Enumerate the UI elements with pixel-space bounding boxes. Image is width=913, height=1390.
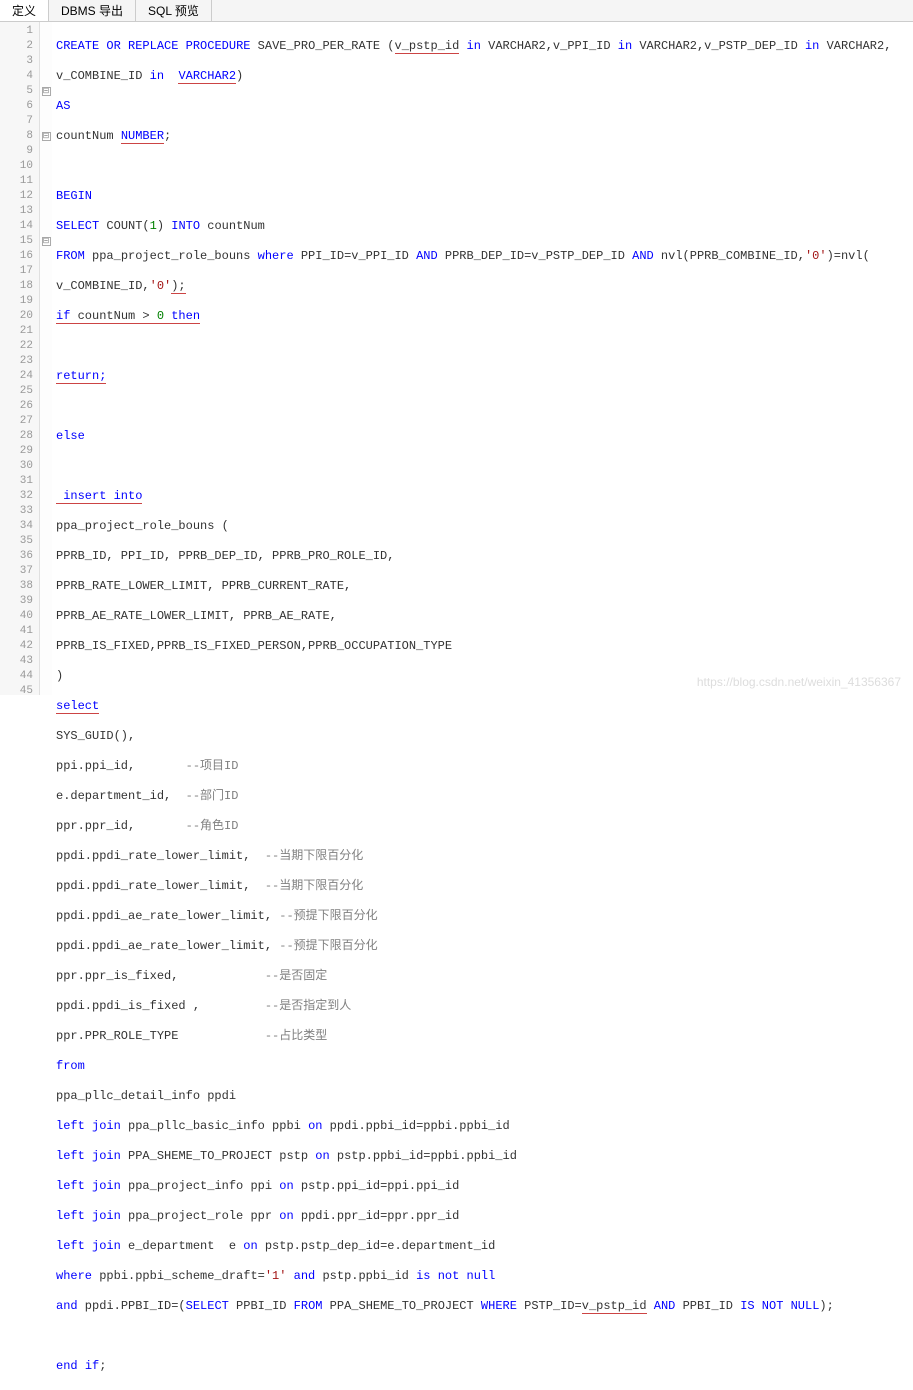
fold-toggle[interactable]: ⊟ bbox=[42, 132, 51, 141]
code-line[interactable]: SELECT COUNT(1) INTO countNum bbox=[56, 219, 913, 234]
code-line[interactable]: from bbox=[56, 1059, 913, 1074]
tab-dbms-export[interactable]: DBMS 导出 bbox=[49, 0, 136, 21]
code-line[interactable]: FROM ppa_project_role_bouns where PPI_ID… bbox=[56, 249, 913, 264]
code-line[interactable]: ppa_project_role_bouns ( bbox=[56, 519, 913, 534]
code-area[interactable]: CREATE OR REPLACE PROCEDURE SAVE_PRO_PER… bbox=[52, 22, 913, 695]
code-line[interactable]: PPRB_IS_FIXED,PPRB_IS_FIXED_PERSON,PPRB_… bbox=[56, 639, 913, 654]
code-line[interactable]: CREATE OR REPLACE PROCEDURE SAVE_PRO_PER… bbox=[56, 39, 913, 54]
code-line[interactable]: v_COMBINE_ID in VARCHAR2) bbox=[56, 69, 913, 84]
code-line[interactable]: ppdi.ppdi_ae_rate_lower_limit, --预提下限百分化 bbox=[56, 909, 913, 924]
tab-bar: 定义 DBMS 导出 SQL 预览 bbox=[0, 0, 913, 22]
code-line[interactable]: countNum NUMBER; bbox=[56, 129, 913, 144]
tab-sql-preview[interactable]: SQL 预览 bbox=[136, 0, 212, 21]
code-line[interactable]: SYS_GUID(), bbox=[56, 729, 913, 744]
code-line[interactable]: return; bbox=[56, 369, 913, 384]
code-line[interactable]: ppi.ppi_id, --项目ID bbox=[56, 759, 913, 774]
code-line[interactable]: left join ppa_project_role ppr on ppdi.p… bbox=[56, 1209, 913, 1224]
code-line[interactable]: where ppbi.ppbi_scheme_draft='1' and pst… bbox=[56, 1269, 913, 1284]
code-line[interactable]: left join e_department e on pstp.pstp_de… bbox=[56, 1239, 913, 1254]
code-line[interactable]: v_COMBINE_ID,'0'); bbox=[56, 279, 913, 294]
code-line[interactable]: ppr.ppr_is_fixed, --是否固定 bbox=[56, 969, 913, 984]
fold-toggle[interactable]: ⊟ bbox=[42, 237, 51, 246]
code-line[interactable]: if countNum > 0 then bbox=[56, 309, 913, 324]
fold-gutter: ⊟ ⊟ ⊟ bbox=[40, 22, 52, 695]
code-line[interactable]: commit; bbox=[56, 1389, 913, 1390]
fold-toggle[interactable]: ⊟ bbox=[42, 87, 51, 96]
line-number-gutter: 1234567891011121314151617181920212223242… bbox=[0, 22, 40, 695]
code-line[interactable]: ppdi.ppdi_is_fixed , --是否指定到人 bbox=[56, 999, 913, 1014]
code-line[interactable]: ppr.ppr_id, --角色ID bbox=[56, 819, 913, 834]
code-line[interactable]: ppdi.ppdi_rate_lower_limit, --当期下限百分化 bbox=[56, 879, 913, 894]
watermark: https://blog.csdn.net/weixin_41356367 bbox=[697, 675, 901, 689]
code-line[interactable]: and ppdi.PPBI_ID=(SELECT PPBI_ID FROM PP… bbox=[56, 1299, 913, 1314]
code-line[interactable]: end if; bbox=[56, 1359, 913, 1374]
code-line[interactable]: else bbox=[56, 429, 913, 444]
code-line[interactable]: insert into bbox=[56, 489, 913, 504]
code-line[interactable]: PPRB_RATE_LOWER_LIMIT, PPRB_CURRENT_RATE… bbox=[56, 579, 913, 594]
code-line[interactable]: ppr.PPR_ROLE_TYPE --占比类型 bbox=[56, 1029, 913, 1044]
code-line[interactable]: e.department_id, --部门ID bbox=[56, 789, 913, 804]
code-line[interactable]: left join ppa_pllc_basic_info ppbi on pp… bbox=[56, 1119, 913, 1134]
code-line[interactable]: BEGIN bbox=[56, 189, 913, 204]
code-line[interactable]: ppdi.ppdi_ae_rate_lower_limit, --预提下限百分化 bbox=[56, 939, 913, 954]
code-line[interactable]: select bbox=[56, 699, 913, 714]
code-line[interactable]: left join ppa_project_info ppi on pstp.p… bbox=[56, 1179, 913, 1194]
code-editor[interactable]: 1234567891011121314151617181920212223242… bbox=[0, 22, 913, 695]
code-line[interactable]: PPRB_AE_RATE_LOWER_LIMIT, PPRB_AE_RATE, bbox=[56, 609, 913, 624]
code-line[interactable]: AS bbox=[56, 99, 913, 114]
code-line[interactable]: PPRB_ID, PPI_ID, PPRB_DEP_ID, PPRB_PRO_R… bbox=[56, 549, 913, 564]
tab-definition[interactable]: 定义 bbox=[0, 0, 49, 21]
code-line[interactable]: left join PPA_SHEME_TO_PROJECT pstp on p… bbox=[56, 1149, 913, 1164]
code-line[interactable]: ppa_pllc_detail_info ppdi bbox=[56, 1089, 913, 1104]
code-line[interactable]: ppdi.ppdi_rate_lower_limit, --当期下限百分化 bbox=[56, 849, 913, 864]
